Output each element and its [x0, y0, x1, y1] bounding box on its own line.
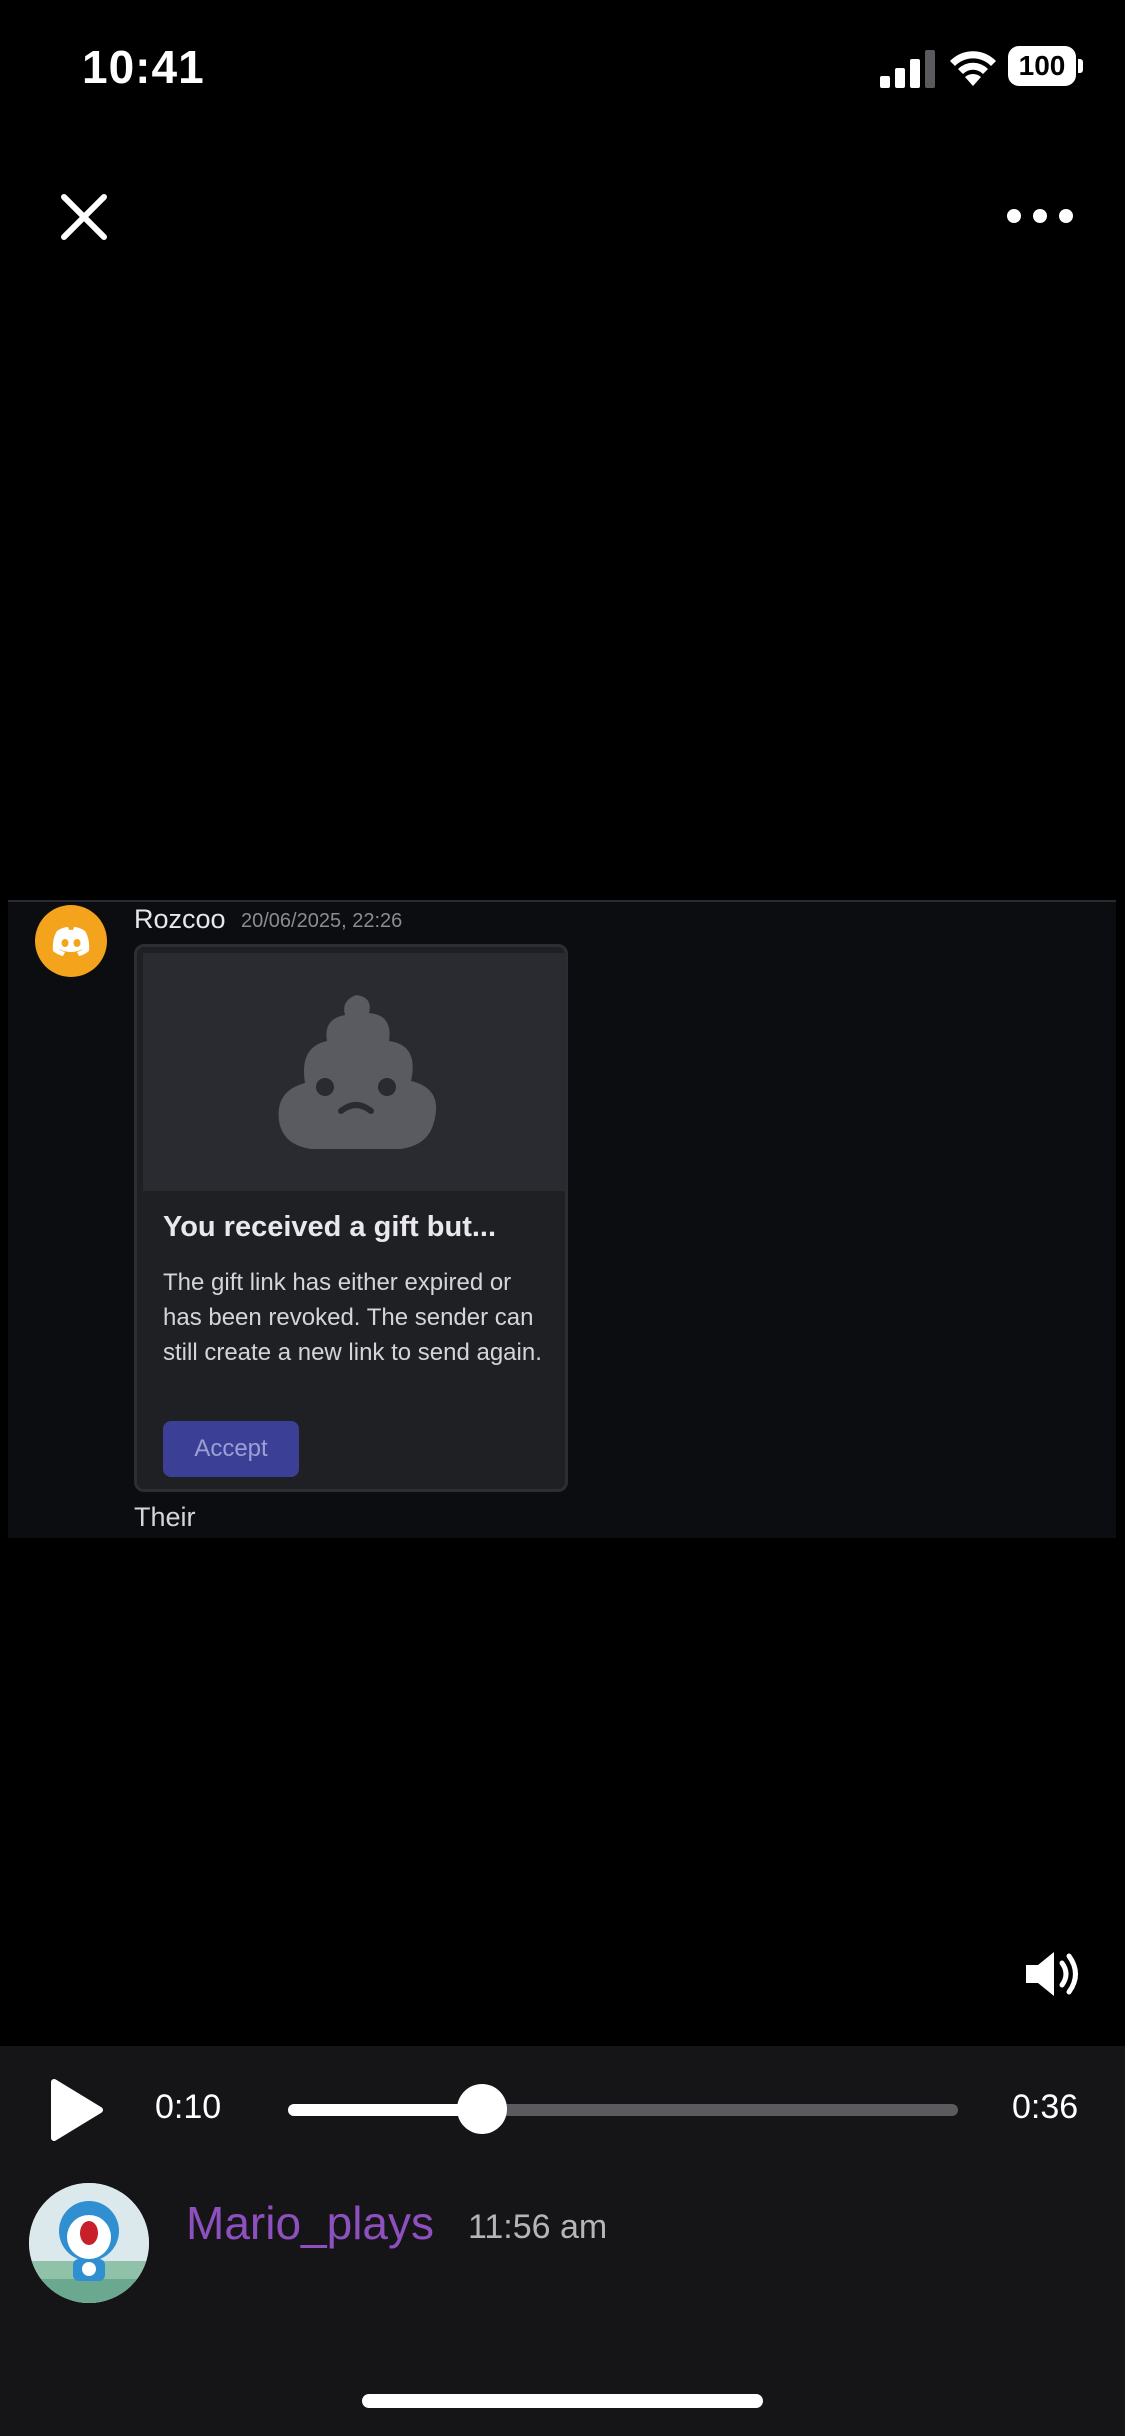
poop-emoji-icon — [278, 995, 437, 1149]
post-time: 11:56 am — [468, 2208, 608, 2246]
signal-icon — [880, 50, 935, 88]
player-panel: 0:10 0:36 Mario_plays 11:56 am — [0, 2046, 1125, 2436]
battery-icon: 100 — [1008, 46, 1084, 86]
more-icon[interactable] — [1004, 198, 1076, 234]
author-avatar[interactable] — [29, 2183, 149, 2303]
seek-progress — [288, 2104, 483, 2116]
status-bar: 10:41 100 — [0, 0, 1125, 135]
close-icon[interactable] — [52, 185, 116, 249]
play-icon[interactable] — [48, 2078, 104, 2142]
seek-bar[interactable] — [288, 2084, 958, 2134]
battery-tip — [1078, 59, 1083, 73]
media-image: Rozcoo 20/06/2025, 22:26 You received a … — [8, 900, 1116, 1538]
message-avatar — [35, 905, 107, 977]
video-viewer-screen: 10:41 100 Rozcoo 20/06/2025, 22:26 You r… — [0, 0, 1125, 2436]
gift-description: The gift link has either expired or has … — [163, 1269, 542, 1366]
message-timestamp: 20/06/2025, 22:26 — [241, 910, 403, 932]
gift-card: You received a gift but... The gift link… — [134, 944, 568, 1492]
home-indicator[interactable] — [362, 2394, 763, 2408]
gift-banner — [143, 953, 567, 1191]
current-time: 0:10 — [155, 2088, 222, 2126]
status-time: 10:41 — [82, 41, 205, 93]
battery-level: 100 — [1018, 50, 1066, 81]
gift-title: You received a gift but... — [163, 1211, 497, 1243]
seek-thumb[interactable] — [457, 2084, 508, 2134]
total-time: 0:36 — [1012, 2088, 1079, 2126]
accept-button: Accept — [163, 1421, 299, 1477]
message-username: Rozcoo — [134, 904, 226, 934]
message-text: Their — [134, 1502, 196, 1532]
discord-logo-icon — [52, 927, 90, 956]
user-avatar-icon — [29, 2183, 149, 2303]
author-name[interactable]: Mario_plays — [186, 2196, 434, 2250]
speaker-icon[interactable] — [1022, 1948, 1082, 2000]
wifi-icon — [950, 51, 996, 86]
